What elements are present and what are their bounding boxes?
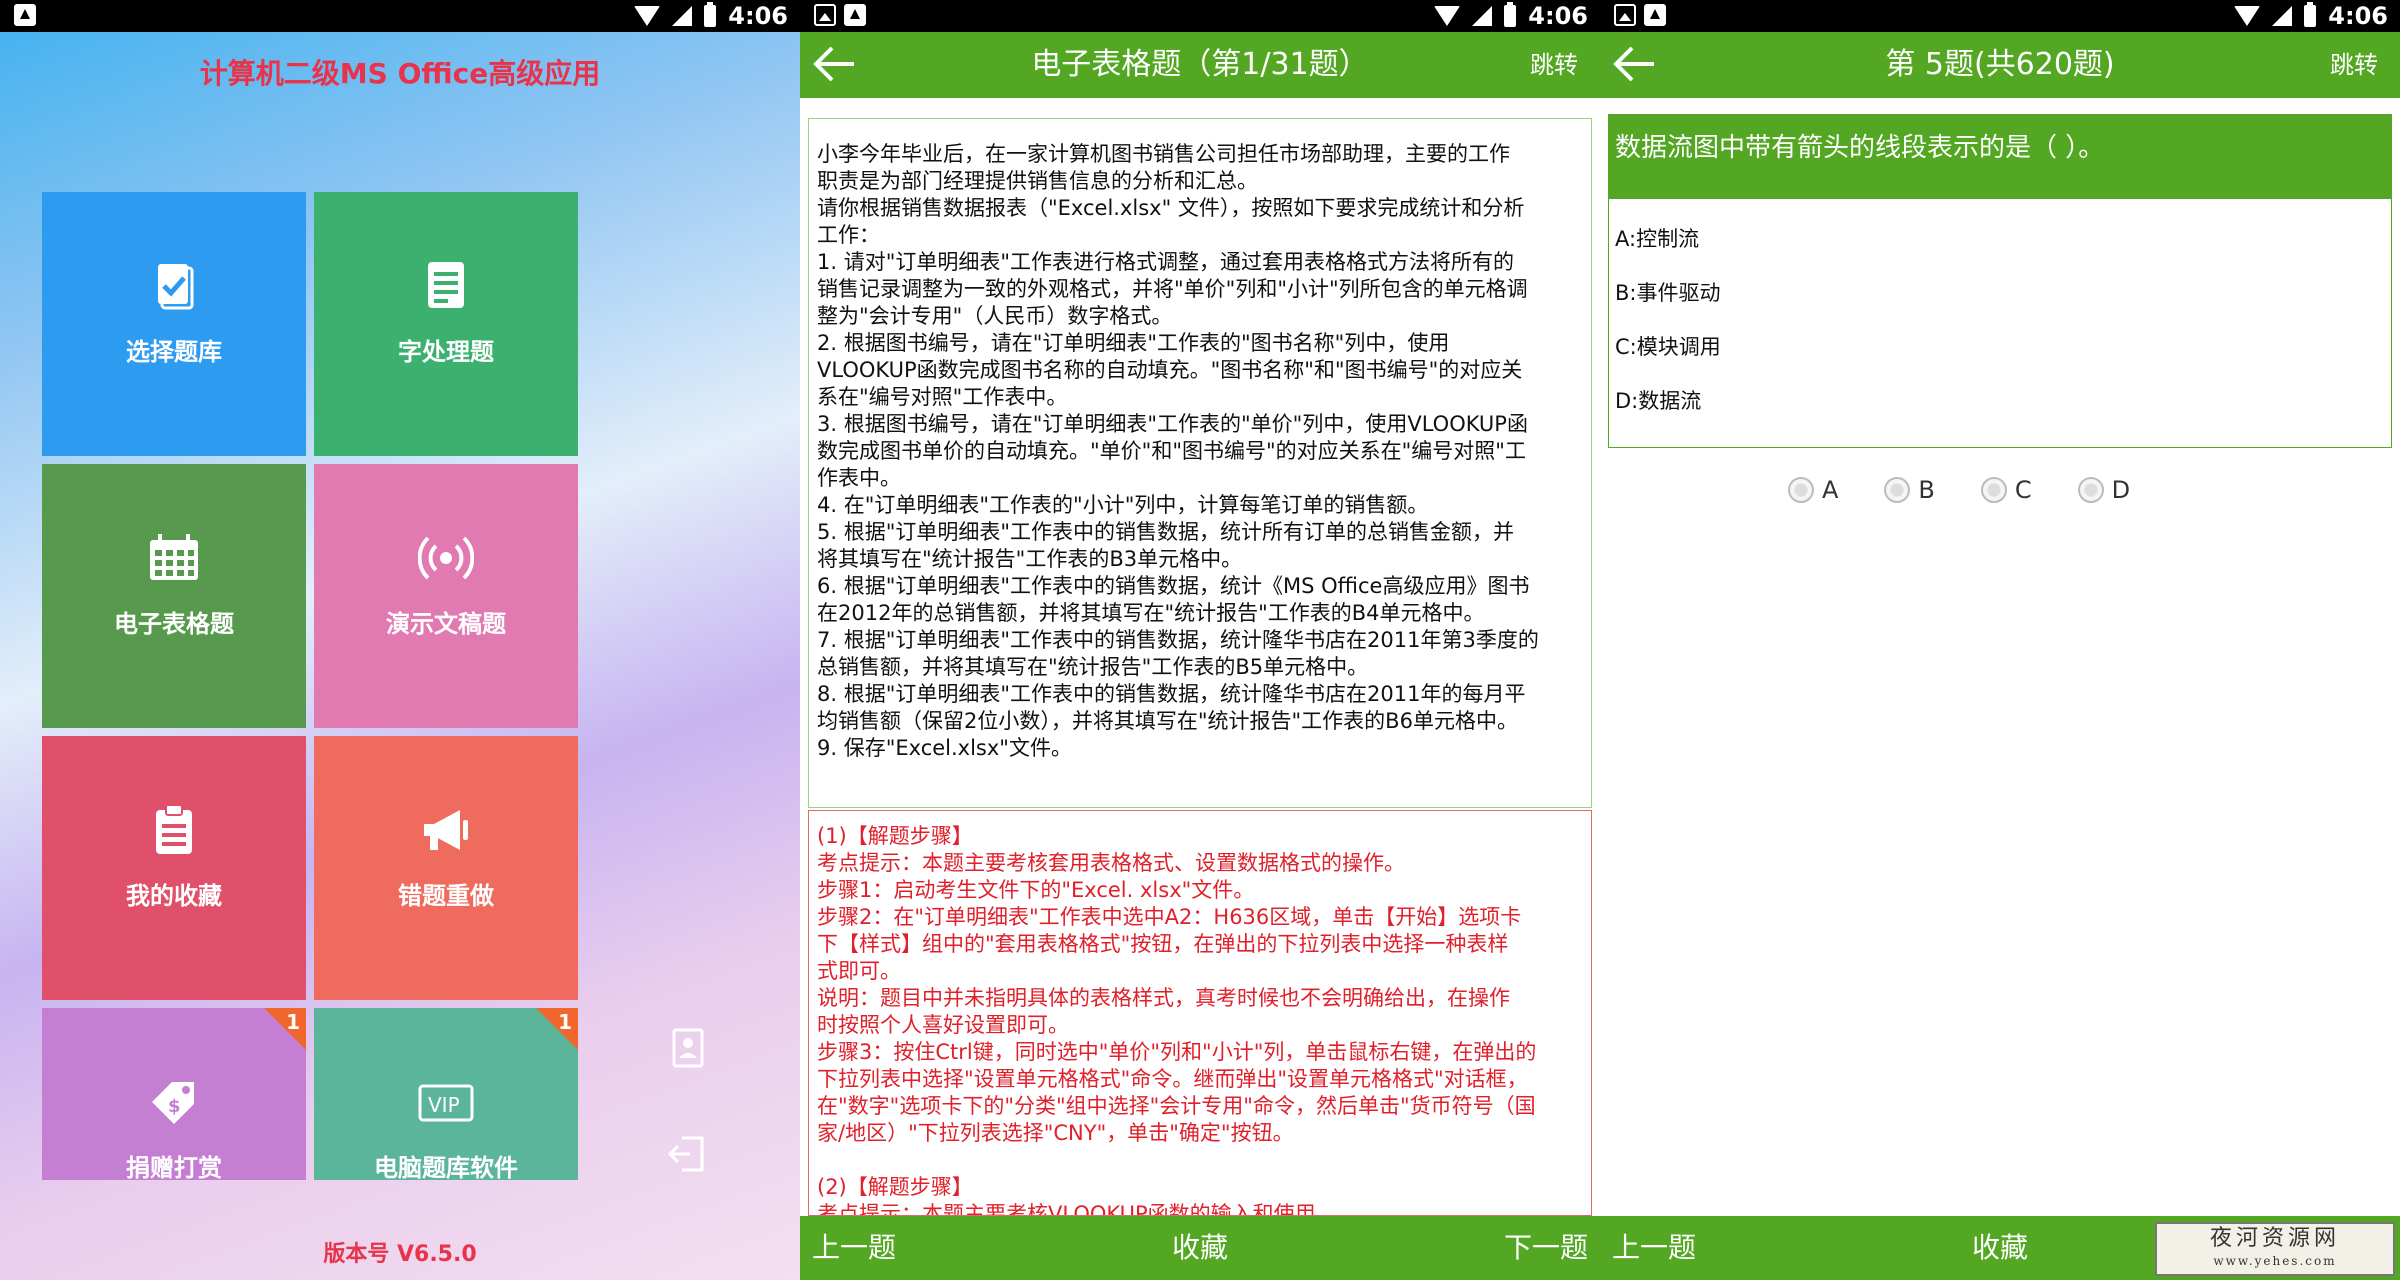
warning-icon (1644, 4, 1666, 26)
price-tag-icon: $ (152, 1082, 194, 1124)
tile-word-processing[interactable]: 字处理题 (314, 192, 578, 456)
calendar-grid-icon (150, 534, 198, 580)
radio-label: D (2111, 476, 2131, 504)
header-bar: 第 5题(共620题) 跳转 (1600, 32, 2400, 98)
tile-label: 捐赠打赏 (126, 1154, 222, 1182)
tile-label: 选择题库 (126, 338, 222, 366)
skip-button[interactable]: 跳转 (1530, 32, 1578, 98)
radio-circle[interactable] (1788, 477, 1814, 503)
wifi-icon (1434, 6, 1461, 26)
megaphone-icon (424, 810, 468, 850)
next-question-button[interactable]: 下一题 (1504, 1216, 1588, 1280)
version-label: 版本号 V6.5.0 (323, 1242, 477, 1267)
option-d: D:数据流 (1615, 389, 1702, 413)
prev-question-button[interactable]: 上一题 (812, 1216, 896, 1280)
document-icon (428, 262, 464, 308)
badge-count: 1 (558, 1010, 572, 1034)
tile-label: 电脑题库软件 (374, 1154, 518, 1182)
question-text: 数据流图中带有箭头的线段表示的是（ ）。 (1609, 115, 2391, 199)
question-card: 数据流图中带有箭头的线段表示的是（ ）。 A:控制流 B:事件驱动 C:模块调用… (1608, 114, 2392, 448)
status-bar: 4:06 (1600, 0, 2400, 32)
wifi-icon (2234, 6, 2261, 26)
battery-icon (2304, 2, 2317, 27)
tile-wrong-redo[interactable]: 错题重做 (314, 736, 578, 1000)
signal-icon (672, 6, 693, 26)
signal-icon (2272, 6, 2293, 26)
svg-text:$: $ (168, 1096, 181, 1117)
watermark-text: 夜河资源网 (2209, 1226, 2340, 1251)
favorite-button[interactable]: 收藏 (1972, 1216, 2028, 1280)
answer-steps: (1)【解题步骤】 考点提示：本题主要考核套用表格格式、设置数据格式的操作。 步… (808, 810, 1592, 1216)
app-title: 计算机二级MS Office高级应用 (199, 57, 601, 90)
warning-icon (14, 4, 36, 26)
answer-radio-group: A B C D (1788, 476, 2130, 504)
radio-label: C (2014, 476, 2032, 504)
tile-presentation[interactable]: 演示文稿题 (314, 464, 578, 728)
status-time: 4:06 (728, 2, 788, 30)
tile-label: 我的收藏 (126, 882, 222, 910)
signal-icon (1472, 6, 1493, 26)
warning-icon (844, 4, 866, 26)
radio-a[interactable]: A (1788, 476, 1838, 504)
vip-icon: VIP (418, 1084, 474, 1122)
watermark-stamp: 夜河资源网 www.yehes.com (2155, 1222, 2395, 1276)
page-title: 第 5题(共620题) (1885, 47, 2115, 82)
radio-circle[interactable] (2077, 477, 2104, 503)
status-time: 4:06 (2328, 2, 2388, 30)
option-c: C:模块调用 (1615, 335, 1721, 359)
bottom-nav: 上一题 收藏 下一题 (800, 1216, 1600, 1280)
tile-donate[interactable]: $ 捐赠打赏 1 (42, 1008, 306, 1182)
status-bar: 4:06 (0, 0, 800, 32)
radio-b[interactable]: B (1884, 476, 1935, 504)
radio-label: A (1822, 476, 1839, 504)
status-time: 4:06 (1528, 2, 1588, 30)
battery-icon (1504, 2, 1517, 27)
option-a: A:控制流 (1615, 227, 1700, 251)
radio-circle[interactable] (1980, 477, 2007, 503)
tile-label: 演示文稿题 (386, 610, 506, 638)
clipboard-icon (156, 804, 192, 854)
tile-label: 电子表格题 (114, 610, 234, 638)
tile-my-favorites[interactable]: 我的收藏 (42, 736, 306, 1000)
checklist-icon (158, 264, 194, 310)
page-title: 电子表格题（第1/31题） (1031, 47, 1369, 82)
skip-button[interactable]: 跳转 (2330, 32, 2378, 98)
radio-circle[interactable] (1884, 477, 1911, 503)
favorite-button[interactable]: 收藏 (1172, 1216, 1228, 1280)
battery-icon (704, 2, 717, 27)
tile-label: 字处理题 (398, 338, 494, 366)
wifi-icon (634, 6, 661, 26)
svg-text:VIP: VIP (428, 1093, 460, 1117)
prev-question-button[interactable]: 上一题 (1612, 1216, 1696, 1280)
radio-label: B (1918, 476, 1935, 504)
question-text: 小李今年毕业后，在一家计算机图书销售公司担任市场部助理，主要的工作 职责是为部门… (808, 118, 1592, 808)
watermark-url: www.yehes.com (2213, 1254, 2337, 1268)
broadcast-icon (418, 536, 474, 580)
radio-d[interactable]: D (2077, 476, 2131, 504)
spreadsheet-question-screen: 4:06 电子表格题（第1/31题） 跳转 小李今年毕业后，在一家计算机图书销售… (800, 0, 1600, 1280)
tile-spreadsheet[interactable]: 电子表格题 (42, 464, 306, 728)
option-b: B:事件驱动 (1615, 281, 1721, 305)
image-icon (1614, 4, 1636, 26)
tile-choice-bank[interactable]: 选择题库 (42, 192, 306, 456)
image-icon (814, 4, 836, 26)
header-bar: 电子表格题（第1/31题） 跳转 (800, 32, 1600, 98)
home-screen: 4:06 计算机二级MS Office高级应用 选择题库 字处理题 电子表格题 … (0, 0, 800, 1280)
tile-pc-software[interactable]: VIP 电脑题库软件 1 (314, 1008, 578, 1182)
tile-label: 错题重做 (398, 882, 494, 910)
badge-count: 1 (286, 1010, 300, 1034)
exit-icon[interactable] (666, 1132, 710, 1176)
radio-c[interactable]: C (1980, 476, 2032, 504)
choice-question-screen: 4:06 第 5题(共620题) 跳转 数据流图中带有箭头的线段表示的是（ ）。… (1600, 0, 2400, 1280)
status-bar: 4:06 (800, 0, 1600, 32)
contact-card-icon[interactable] (666, 1026, 710, 1070)
